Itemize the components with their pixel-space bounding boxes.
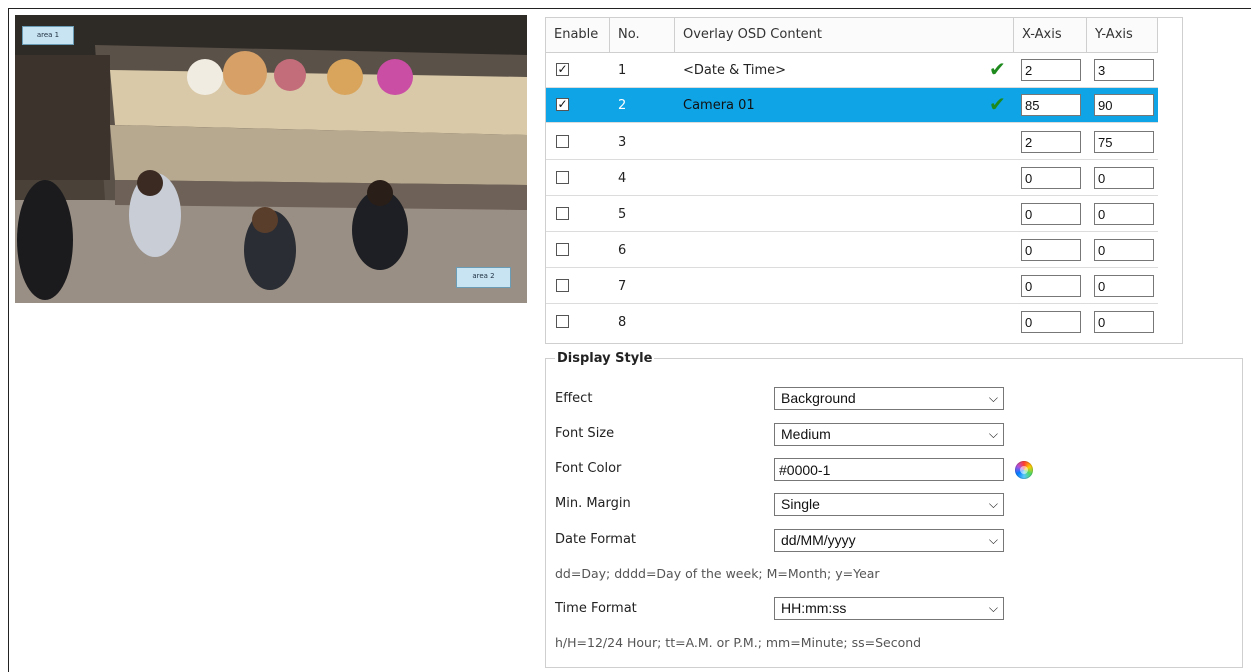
enable-checkbox[interactable]	[556, 207, 569, 220]
header-content: Overlay OSD Content	[675, 18, 1014, 52]
display-style-panel: Display Style Effect Background ⌵ Font S…	[545, 351, 1243, 668]
enable-checkbox[interactable]: ✓	[556, 98, 569, 111]
x-axis-input[interactable]	[1021, 275, 1081, 297]
x-axis-input[interactable]	[1021, 239, 1081, 261]
table-row[interactable]: 3	[546, 125, 1158, 160]
font-size-select-value: Medium	[781, 426, 831, 442]
date-format-select-value: dd/MM/yyyy	[781, 532, 856, 548]
row-number: 3	[618, 135, 627, 150]
table-row[interactable]: 5	[546, 197, 1158, 232]
row-number: 5	[618, 207, 627, 222]
table-row[interactable]: 8	[546, 305, 1158, 340]
table-row[interactable]: ✓ 1 <Date & Time> ✔	[546, 53, 1158, 88]
x-axis-input[interactable]	[1021, 203, 1081, 225]
effect-label: Effect	[555, 391, 593, 406]
row-number: 2	[618, 98, 627, 113]
effect-select[interactable]: Background ⌵	[774, 387, 1004, 410]
enable-checkbox[interactable]	[556, 279, 569, 292]
min-margin-label: Min. Margin	[555, 496, 631, 511]
header-enable: Enable	[546, 18, 610, 52]
header-y-axis: Y-Axis	[1087, 18, 1158, 52]
x-axis-input[interactable]	[1021, 131, 1081, 153]
valid-check-icon: ✔	[989, 57, 1006, 81]
chevron-down-icon: ⌵	[988, 391, 998, 405]
osd-content-text[interactable]: Camera 01	[683, 88, 755, 123]
font-color-input[interactable]	[774, 458, 1004, 481]
y-axis-input[interactable]	[1094, 239, 1154, 261]
date-format-select[interactable]: dd/MM/yyyy ⌵	[774, 529, 1004, 552]
min-margin-select-value: Single	[781, 496, 820, 512]
chevron-down-icon: ⌵	[988, 601, 998, 615]
font-size-select[interactable]: Medium ⌵	[774, 423, 1004, 446]
font-color-label: Font Color	[555, 461, 622, 476]
area-2-box[interactable]: area 2	[456, 267, 511, 288]
time-format-hint: h/H=12/24 Hour; tt=A.M. or P.M.; mm=Minu…	[555, 635, 922, 650]
min-margin-select[interactable]: Single ⌵	[774, 493, 1004, 516]
osd-table: Enable No. Overlay OSD Content X-Axis Y-…	[545, 17, 1183, 344]
valid-check-icon: ✔	[989, 92, 1006, 116]
font-size-label: Font Size	[555, 426, 615, 441]
chevron-down-icon: ⌵	[988, 427, 998, 441]
y-axis-input[interactable]	[1094, 94, 1154, 116]
x-axis-input[interactable]	[1021, 167, 1081, 189]
osd-table-header: Enable No. Overlay OSD Content X-Axis Y-…	[546, 18, 1158, 53]
header-x-axis: X-Axis	[1014, 18, 1087, 52]
row-number: 8	[618, 315, 627, 330]
row-number: 4	[618, 171, 627, 186]
chevron-down-icon: ⌵	[988, 533, 998, 547]
chevron-down-icon: ⌵	[988, 497, 998, 511]
y-axis-input[interactable]	[1094, 59, 1154, 81]
y-axis-input[interactable]	[1094, 203, 1154, 225]
table-row[interactable]: 6	[546, 233, 1158, 268]
effect-select-value: Background	[781, 390, 856, 406]
table-row[interactable]: 7	[546, 269, 1158, 304]
date-format-label: Date Format	[555, 532, 637, 547]
y-axis-input[interactable]	[1094, 131, 1154, 153]
y-axis-input[interactable]	[1094, 311, 1154, 333]
enable-checkbox[interactable]	[556, 135, 569, 148]
row-number: 7	[618, 279, 627, 294]
x-axis-input[interactable]	[1021, 94, 1081, 116]
display-style-legend: Display Style	[555, 351, 655, 366]
time-format-select[interactable]: HH:mm:ss ⌵	[774, 597, 1004, 620]
area-1-box[interactable]: area 1	[22, 26, 74, 45]
enable-checkbox[interactable]	[556, 243, 569, 256]
x-axis-input[interactable]	[1021, 59, 1081, 81]
enable-checkbox[interactable]	[556, 171, 569, 184]
table-row-selected[interactable]: ✓ 2 Camera 01 ✔	[546, 88, 1158, 123]
time-format-label: Time Format	[555, 601, 637, 616]
y-axis-input[interactable]	[1094, 275, 1154, 297]
y-axis-input[interactable]	[1094, 167, 1154, 189]
enable-checkbox[interactable]: ✓	[556, 63, 569, 76]
osd-content-text[interactable]: <Date & Time>	[683, 53, 786, 88]
color-wheel-icon[interactable]	[1015, 461, 1033, 479]
area-2-label: area 2	[472, 272, 495, 280]
enable-checkbox[interactable]	[556, 315, 569, 328]
time-format-select-value: HH:mm:ss	[781, 600, 847, 616]
preview-scene-image	[15, 15, 527, 303]
x-axis-input[interactable]	[1021, 311, 1081, 333]
live-preview[interactable]: area 1 area 2	[15, 15, 527, 303]
row-number: 1	[618, 63, 627, 78]
area-1-label: area 1	[36, 31, 60, 39]
table-row[interactable]: 4	[546, 161, 1158, 196]
row-number: 6	[618, 243, 627, 258]
header-no: No.	[610, 18, 675, 52]
date-format-hint: dd=Day; dddd=Day of the week; M=Month; y…	[555, 566, 880, 581]
